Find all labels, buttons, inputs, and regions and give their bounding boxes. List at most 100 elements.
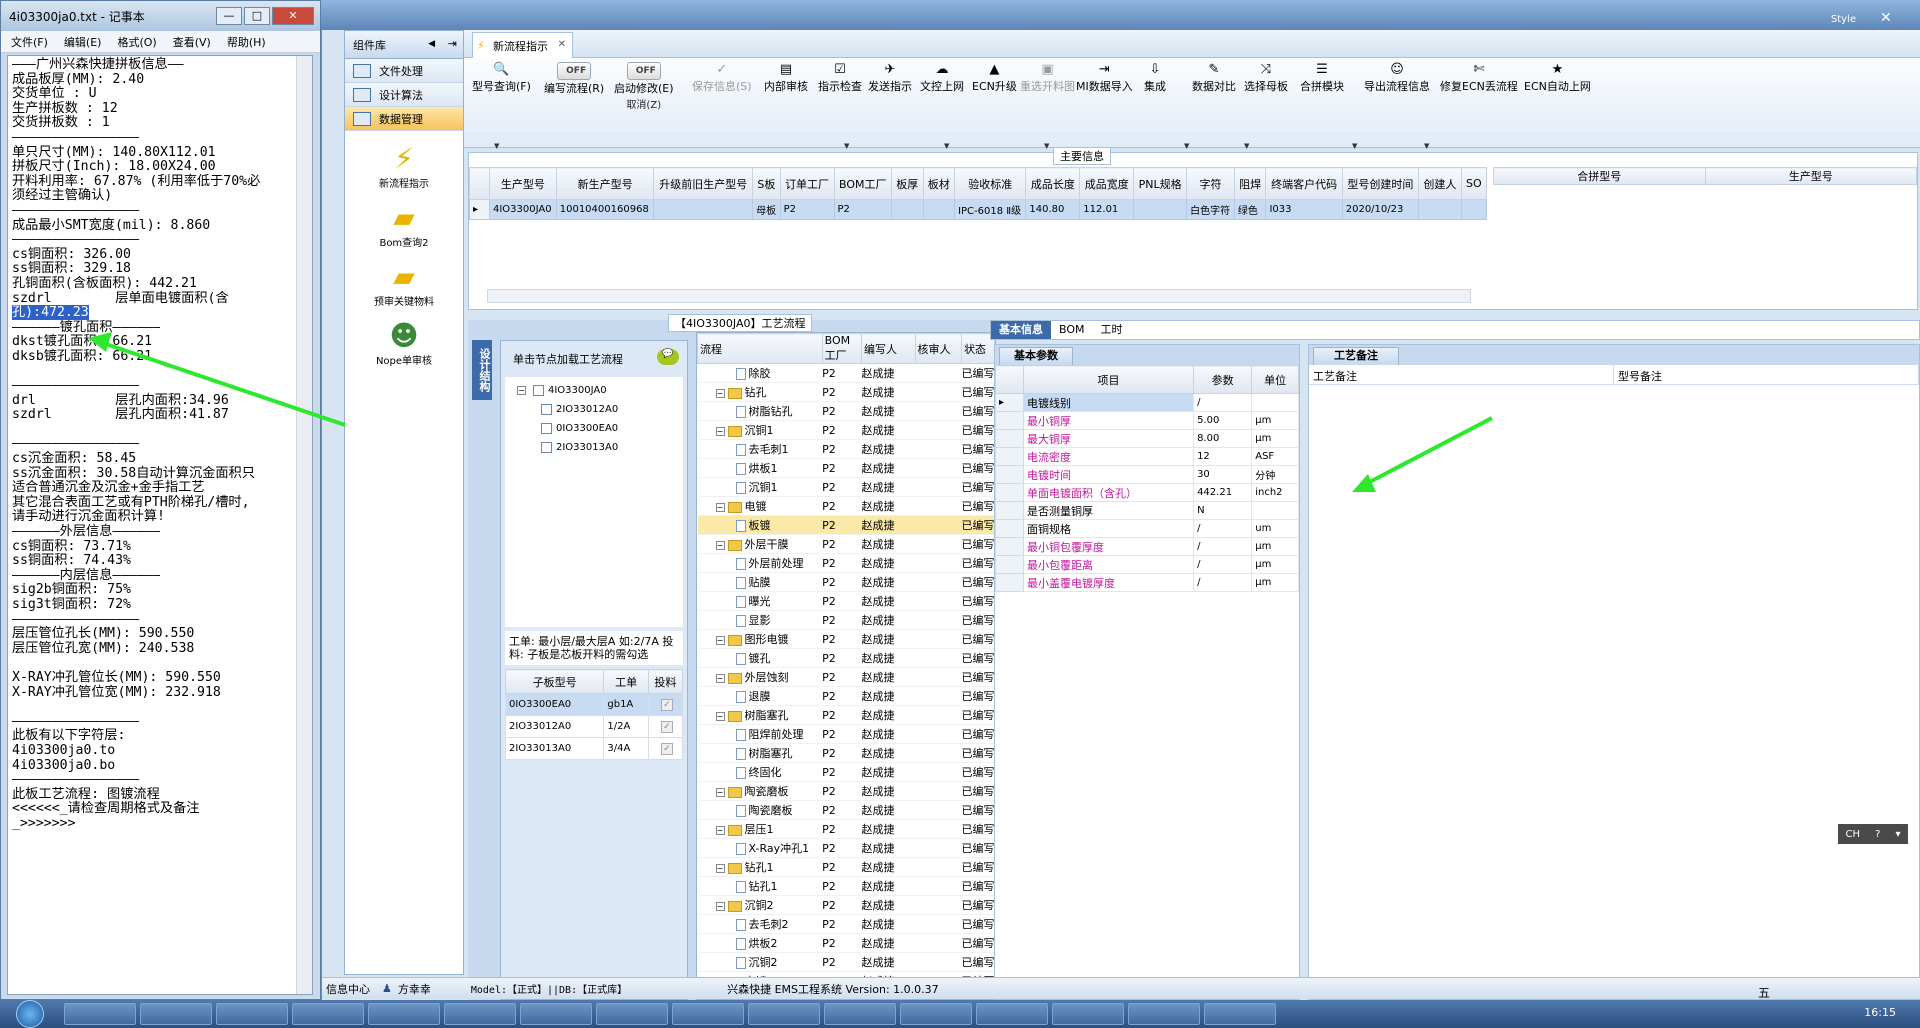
taskbar-item[interactable] <box>64 1003 136 1025</box>
table-cell[interactable] <box>1133 199 1188 220</box>
table-cell[interactable]: P2 <box>833 199 893 220</box>
param-row[interactable]: ▸ 电镀线别 / <box>995 393 1299 412</box>
pin-icon[interactable]: ⇥ <box>448 37 457 50</box>
table-cell[interactable] <box>922 199 956 220</box>
table-cell[interactable]: 母板 <box>752 199 781 220</box>
toolbar-button[interactable]: ☺ 导出流程信息 <box>1364 62 1430 94</box>
design-structure-tab[interactable]: 设计结构 <box>472 340 492 400</box>
toolbar-button[interactable]: OFF 启动修改(E) 取消(Z) <box>614 62 674 111</box>
taskbar-item[interactable] <box>976 1003 1048 1025</box>
dropdown-arrow-icon[interactable]: ▼ <box>1244 142 1249 150</box>
param-row[interactable]: 是否测量铜厚 N <box>995 501 1299 520</box>
col-process-note[interactable]: 工艺备注 <box>1309 365 1614 384</box>
process-row[interactable]: X-Ray冲孔1 P2 赵成捷 已编写 <box>697 838 995 858</box>
process-row[interactable]: 镀孔 P2 赵成捷 已编写 <box>697 648 995 668</box>
table-cell[interactable]: 10010400160968 <box>555 199 655 220</box>
process-row[interactable]: 终固化 P2 赵成捷 已编写 <box>697 762 995 782</box>
process-row[interactable]: 板镀 P2 赵成捷 已编写 <box>697 515 995 535</box>
col-feed[interactable]: 投料 <box>647 669 684 694</box>
process-row[interactable]: − 树脂塞孔 P2 赵成捷 已编写 <box>697 705 995 725</box>
toolbar-button[interactable]: ▤ 内部审核 <box>764 62 808 94</box>
param-value[interactable]: / <box>1193 393 1253 412</box>
tab-basic-info[interactable]: 基本信息 <box>991 321 1051 339</box>
taskbar-item[interactable] <box>216 1003 288 1025</box>
collapse-icon[interactable]: − <box>715 711 725 721</box>
table-cell[interactable]: P2 <box>779 199 835 220</box>
toolbar-button[interactable]: ✓ 保存信息(S) <box>692 62 752 94</box>
table-cell[interactable] <box>1460 199 1488 220</box>
minimize-icon[interactable]: — <box>216 7 242 25</box>
process-row[interactable]: 树脂钻孔 P2 赵成捷 已编写 <box>697 401 995 421</box>
collapse-icon[interactable]: − <box>715 787 725 797</box>
close-icon[interactable]: ✕ <box>1880 10 1898 26</box>
column-header[interactable]: 新生产型号 <box>555 167 655 200</box>
column-header[interactable]: SO <box>1460 167 1488 200</box>
menu-view[interactable]: 查看(V) <box>173 34 211 50</box>
tree-node[interactable]: 2IO33012A0 <box>505 400 683 419</box>
param-row[interactable]: 电镀时间 30 分钟 <box>995 465 1299 484</box>
col-value[interactable]: 参数 <box>1193 365 1253 394</box>
col-prod-model[interactable]: 生产型号 <box>1704 167 1917 185</box>
column-header[interactable]: BOM工厂 <box>821 333 863 364</box>
toolbar-button[interactable]: ✄ 修复ECN丢流程 <box>1440 62 1518 94</box>
checkbox[interactable] <box>541 442 552 453</box>
taskbar-item[interactable] <box>368 1003 440 1025</box>
collapse-icon[interactable]: ◀ <box>428 39 435 49</box>
collapse-icon[interactable]: − <box>715 825 725 835</box>
toolbar-button[interactable]: ☁ 文控上网 <box>920 62 964 94</box>
process-row[interactable]: 钻孔1 P2 赵成捷 已编写 <box>697 876 995 896</box>
param-row[interactable]: 面铜规格 / um <box>995 519 1299 538</box>
feed-cell[interactable]: ✓ <box>647 693 684 716</box>
tab-new-flow[interactable]: ⚡ 新流程指示 ✕ <box>472 32 573 58</box>
column-header[interactable]: S板 <box>752 167 781 200</box>
vertical-scrollbar[interactable] <box>296 56 312 994</box>
menu-icon[interactable]: ▾ <box>1895 829 1900 840</box>
toolbar-button[interactable]: ☰ 合拼模块 <box>1300 62 1344 94</box>
col-merge-model[interactable]: 合拼型号 <box>1493 167 1706 185</box>
taskbar-item[interactable] <box>520 1003 592 1025</box>
taskbar-item[interactable] <box>1128 1003 1200 1025</box>
menu-file[interactable]: 文件(F) <box>11 34 48 50</box>
tab-bom[interactable]: BOM <box>1051 321 1093 339</box>
param-value[interactable]: / <box>1193 537 1253 556</box>
param-value[interactable]: 8.00 <box>1193 429 1253 448</box>
menu-help[interactable]: 帮助(H) <box>227 34 266 50</box>
process-row[interactable]: − 图形电镀 P2 赵成捷 已编写 <box>697 629 995 649</box>
dropdown-arrow-icon[interactable]: ▼ <box>1184 142 1189 150</box>
toolbar-button[interactable]: 🔍 型号查询(F) <box>472 62 531 94</box>
start-button[interactable] <box>0 1000 60 1028</box>
checkbox[interactable] <box>533 385 544 396</box>
process-row[interactable]: − 电镀 P2 赵成捷 已编写 <box>697 496 995 516</box>
table-cell[interactable]: 4IO3300JA0 <box>489 199 557 220</box>
taskbar-item[interactable] <box>900 1003 972 1025</box>
table-cell[interactable]: 白色字符 <box>1186 199 1235 220</box>
tab-basic-params[interactable]: 基本参数 <box>999 347 1073 365</box>
column-header[interactable]: BOM工厂 <box>833 167 893 200</box>
collapse-icon[interactable]: − <box>715 635 725 645</box>
chat-icon[interactable]: 💬 <box>657 349 679 365</box>
process-row[interactable]: 贴膜 P2 赵成捷 已编写 <box>697 572 995 592</box>
taskbar-item[interactable] <box>444 1003 516 1025</box>
param-row[interactable]: 最大铜厚 8.00 μm <box>995 429 1299 448</box>
toolbar-button[interactable]: ⇩ 集成 <box>1144 62 1166 94</box>
toolbar-button[interactable]: ▣ 重选开料图 <box>1020 62 1075 94</box>
notepad-titlebar[interactable]: 4i03300ja0.txt - 记事本 — □ ✕ <box>1 1 320 31</box>
help-icon[interactable]: ? <box>1875 829 1880 840</box>
table-cell[interactable] <box>1418 199 1462 220</box>
table-cell[interactable] <box>653 199 754 220</box>
tree-node[interactable]: 0IO3300EA0 <box>505 419 683 438</box>
column-header[interactable]: 订单工厂 <box>779 167 835 200</box>
toolbar-button[interactable]: ✎ 数据对比 <box>1192 62 1236 94</box>
table-row[interactable]: ▸ 4IO3300JA0 10010400160968 母板 P2 P2 IPC-6018 … <box>469 199 1488 220</box>
param-value[interactable]: / <box>1193 519 1253 538</box>
off-toggle[interactable]: OFF <box>626 62 661 80</box>
lib-item-design[interactable]: 设计算法 <box>345 83 463 107</box>
param-row[interactable]: 单面电镀面积（含孔） 442.21 inch2 <box>995 483 1299 502</box>
dropdown-arrow-icon[interactable]: ▼ <box>1044 142 1049 150</box>
input-method-icon[interactable]: 五 <box>1758 984 1828 1000</box>
table-cell[interactable]: I033 <box>1265 199 1343 220</box>
process-row[interactable]: − 沉铜1 P2 赵成捷 已编写 <box>697 420 995 440</box>
tree-node[interactable]: 2IO33013A0 <box>505 438 683 457</box>
param-value[interactable]: / <box>1193 555 1253 574</box>
toolbar-button[interactable]: OFF 编写流程(R) <box>544 62 604 96</box>
